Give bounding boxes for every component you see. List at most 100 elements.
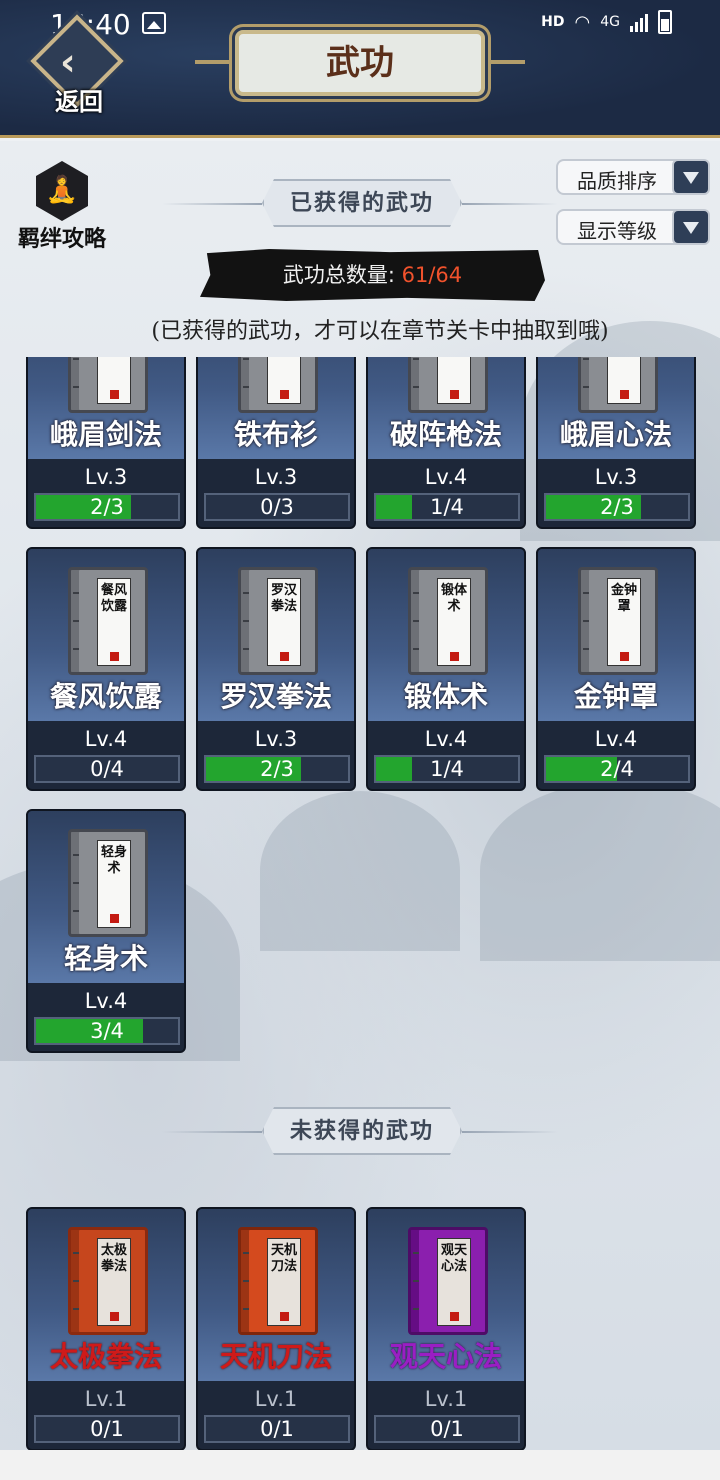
skill-name: 锻体术 bbox=[403, 680, 488, 713]
back-label: 返回 bbox=[55, 88, 103, 116]
skill-level: Lv.1 bbox=[254, 1387, 298, 1411]
book-spine-mark bbox=[413, 620, 419, 622]
bond-guide-button[interactable]: 🧘 羁绊攻略 bbox=[12, 161, 112, 252]
section-divider-right bbox=[462, 203, 558, 205]
manual-book-icon: 锻体术 bbox=[408, 567, 488, 675]
manual-book-icon: 天机刀法 bbox=[238, 1227, 318, 1335]
book-spine-mark bbox=[243, 1252, 249, 1254]
book-cover-title: 法 bbox=[97, 357, 131, 404]
book-cover-text: 轻身术 bbox=[100, 845, 127, 876]
manual-book-icon: 法 bbox=[408, 357, 488, 413]
card-art-area: 衫铁布衫 bbox=[198, 357, 354, 459]
skill-progress-bar: 2/4 bbox=[544, 755, 690, 783]
level-display-label: 显示等级 bbox=[577, 219, 657, 243]
book-spine-mark bbox=[73, 854, 79, 856]
back-button[interactable]: ‹ 返回 bbox=[30, 14, 126, 116]
book-cover-title: 衫 bbox=[267, 357, 301, 404]
status-icons: HD ◠ 4G bbox=[541, 10, 672, 34]
total-count-label: 武功总数量: bbox=[282, 263, 402, 287]
book-cover-text: 餐风饮露 bbox=[100, 583, 127, 614]
skill-card[interactable]: 轻身术 轻身术 Lv.4 3/4 bbox=[26, 809, 186, 1053]
skill-progress-bar: 2/3 bbox=[544, 493, 690, 521]
quality-sort-dropdown[interactable]: 品质排序 bbox=[556, 159, 710, 195]
skill-name: 铁布衫 bbox=[233, 418, 318, 451]
skill-card[interactable]: 衫铁布衫 Lv.3 0/3 bbox=[196, 357, 356, 529]
book-spine-mark bbox=[243, 358, 249, 360]
obtained-hint: (已获得的武功，才可以在章节关卡中抽取到哦) bbox=[151, 319, 609, 344]
seal-stamp bbox=[450, 652, 459, 661]
card-art-area: 锻体术 锻体术 bbox=[368, 549, 524, 721]
skill-card[interactable]: 法破阵枪法 Lv.4 1/4 bbox=[366, 357, 526, 529]
manual-book-icon: 轻身术 bbox=[68, 829, 148, 937]
skill-level: Lv.3 bbox=[254, 465, 298, 489]
book-cover-title: 观天心法 bbox=[437, 1238, 471, 1326]
hd-indicator: HD bbox=[541, 14, 565, 30]
seal-stamp bbox=[280, 390, 289, 399]
book-spine-mark bbox=[243, 1280, 249, 1282]
image-notification-icon bbox=[142, 12, 166, 34]
back-arrow-icon: ‹ bbox=[60, 40, 76, 84]
manual-book-icon: 衫 bbox=[238, 357, 318, 413]
seal-stamp bbox=[620, 390, 629, 399]
book-spine-mark bbox=[73, 358, 79, 360]
book-spine-mark bbox=[583, 620, 589, 622]
book-cover-title: 天机刀法 bbox=[267, 1238, 301, 1326]
card-art-area: 轻身术 轻身术 bbox=[28, 811, 184, 983]
unobtained-skill-card[interactable]: 观天心法 观天心法 Lv.1 0/1 bbox=[366, 1207, 526, 1450]
skill-progress-bar: 1/4 bbox=[374, 755, 520, 783]
skill-progress-bar: 0/4 bbox=[34, 755, 180, 783]
card-art-area: 法破阵枪法 bbox=[368, 357, 524, 459]
book-spine-mark bbox=[73, 648, 79, 650]
wifi-icon: ◠ bbox=[574, 11, 591, 33]
book-spine-mark bbox=[413, 592, 419, 594]
skill-name: 天机刀法 bbox=[219, 1340, 332, 1373]
level-display-dropdown[interactable]: 显示等级 bbox=[556, 209, 710, 245]
bottom-navigation-area bbox=[0, 1450, 720, 1480]
book-spine-mark bbox=[73, 1280, 79, 1282]
skill-progress-text: 2/4 bbox=[600, 757, 634, 781]
skill-name: 峨眉剑法 bbox=[49, 418, 162, 451]
skill-card[interactable]: 锻体术 锻体术 Lv.4 1/4 bbox=[366, 547, 526, 791]
book-cover-title: 太极拳法 bbox=[97, 1238, 131, 1326]
book-spine-mark bbox=[243, 1308, 249, 1310]
skill-progress-text: 1/4 bbox=[430, 757, 464, 781]
skill-card[interactable]: 法峨眉心法 Lv.3 2/3 bbox=[536, 357, 696, 529]
book-cover-title: 金钟罩 bbox=[607, 578, 641, 666]
skill-card[interactable]: 餐风饮露 餐风饮露 Lv.4 0/4 bbox=[26, 547, 186, 791]
obtained-section-title: 已获得的武功 bbox=[262, 179, 462, 227]
skill-level: Lv.3 bbox=[594, 465, 638, 489]
dropdown-arrow-icon[interactable] bbox=[672, 209, 710, 245]
section-divider-left bbox=[162, 1131, 262, 1133]
seal-stamp bbox=[450, 1312, 459, 1321]
skill-name: 餐风饮露 bbox=[49, 680, 162, 713]
skill-card[interactable]: 罗汉拳法 罗汉拳法 Lv.3 2/3 bbox=[196, 547, 356, 791]
book-spine-mark bbox=[413, 648, 419, 650]
skill-progress-bar: 0/1 bbox=[374, 1415, 520, 1443]
unobtained-skill-card[interactable]: 太极拳法 太极拳法 Lv.1 0/1 bbox=[26, 1207, 186, 1450]
total-count-banner: 武功总数量: 61/64 bbox=[200, 249, 545, 301]
book-cover-text: 金钟罩 bbox=[610, 583, 637, 614]
manual-book-icon: 罗汉拳法 bbox=[238, 567, 318, 675]
skill-card[interactable]: 金钟罩 金钟罩 Lv.4 2/4 bbox=[536, 547, 696, 791]
seal-stamp bbox=[110, 1312, 119, 1321]
skill-progress-bar: 0/1 bbox=[204, 1415, 350, 1443]
skill-progress-bar: 1/4 bbox=[374, 493, 520, 521]
book-spine-mark bbox=[583, 386, 589, 388]
dropdown-arrow-icon[interactable] bbox=[672, 159, 710, 195]
skill-name: 破阵枪法 bbox=[389, 418, 502, 451]
seal-stamp bbox=[110, 652, 119, 661]
book-spine-mark bbox=[73, 1308, 79, 1310]
skill-card[interactable]: 法峨眉剑法 Lv.3 2/3 bbox=[26, 357, 186, 529]
skill-level: Lv.4 bbox=[84, 989, 128, 1013]
manual-book-icon: 餐风饮露 bbox=[68, 567, 148, 675]
card-art-area: 太极拳法 太极拳法 bbox=[28, 1209, 184, 1381]
skill-progress-bar: 3/4 bbox=[34, 1017, 180, 1045]
unobtained-skill-card[interactable]: 天机刀法 天机刀法 Lv.1 0/1 bbox=[196, 1207, 356, 1450]
skill-progress-text: 0/3 bbox=[260, 495, 294, 519]
skill-name: 金钟罩 bbox=[573, 680, 658, 713]
skill-progress-text: 3/4 bbox=[90, 1019, 124, 1043]
manual-book-icon: 观天心法 bbox=[408, 1227, 488, 1335]
book-cover-text: 观天心法 bbox=[440, 1243, 467, 1274]
unobtained-section-title: 未获得的武功 bbox=[262, 1107, 462, 1155]
book-spine-mark bbox=[73, 620, 79, 622]
